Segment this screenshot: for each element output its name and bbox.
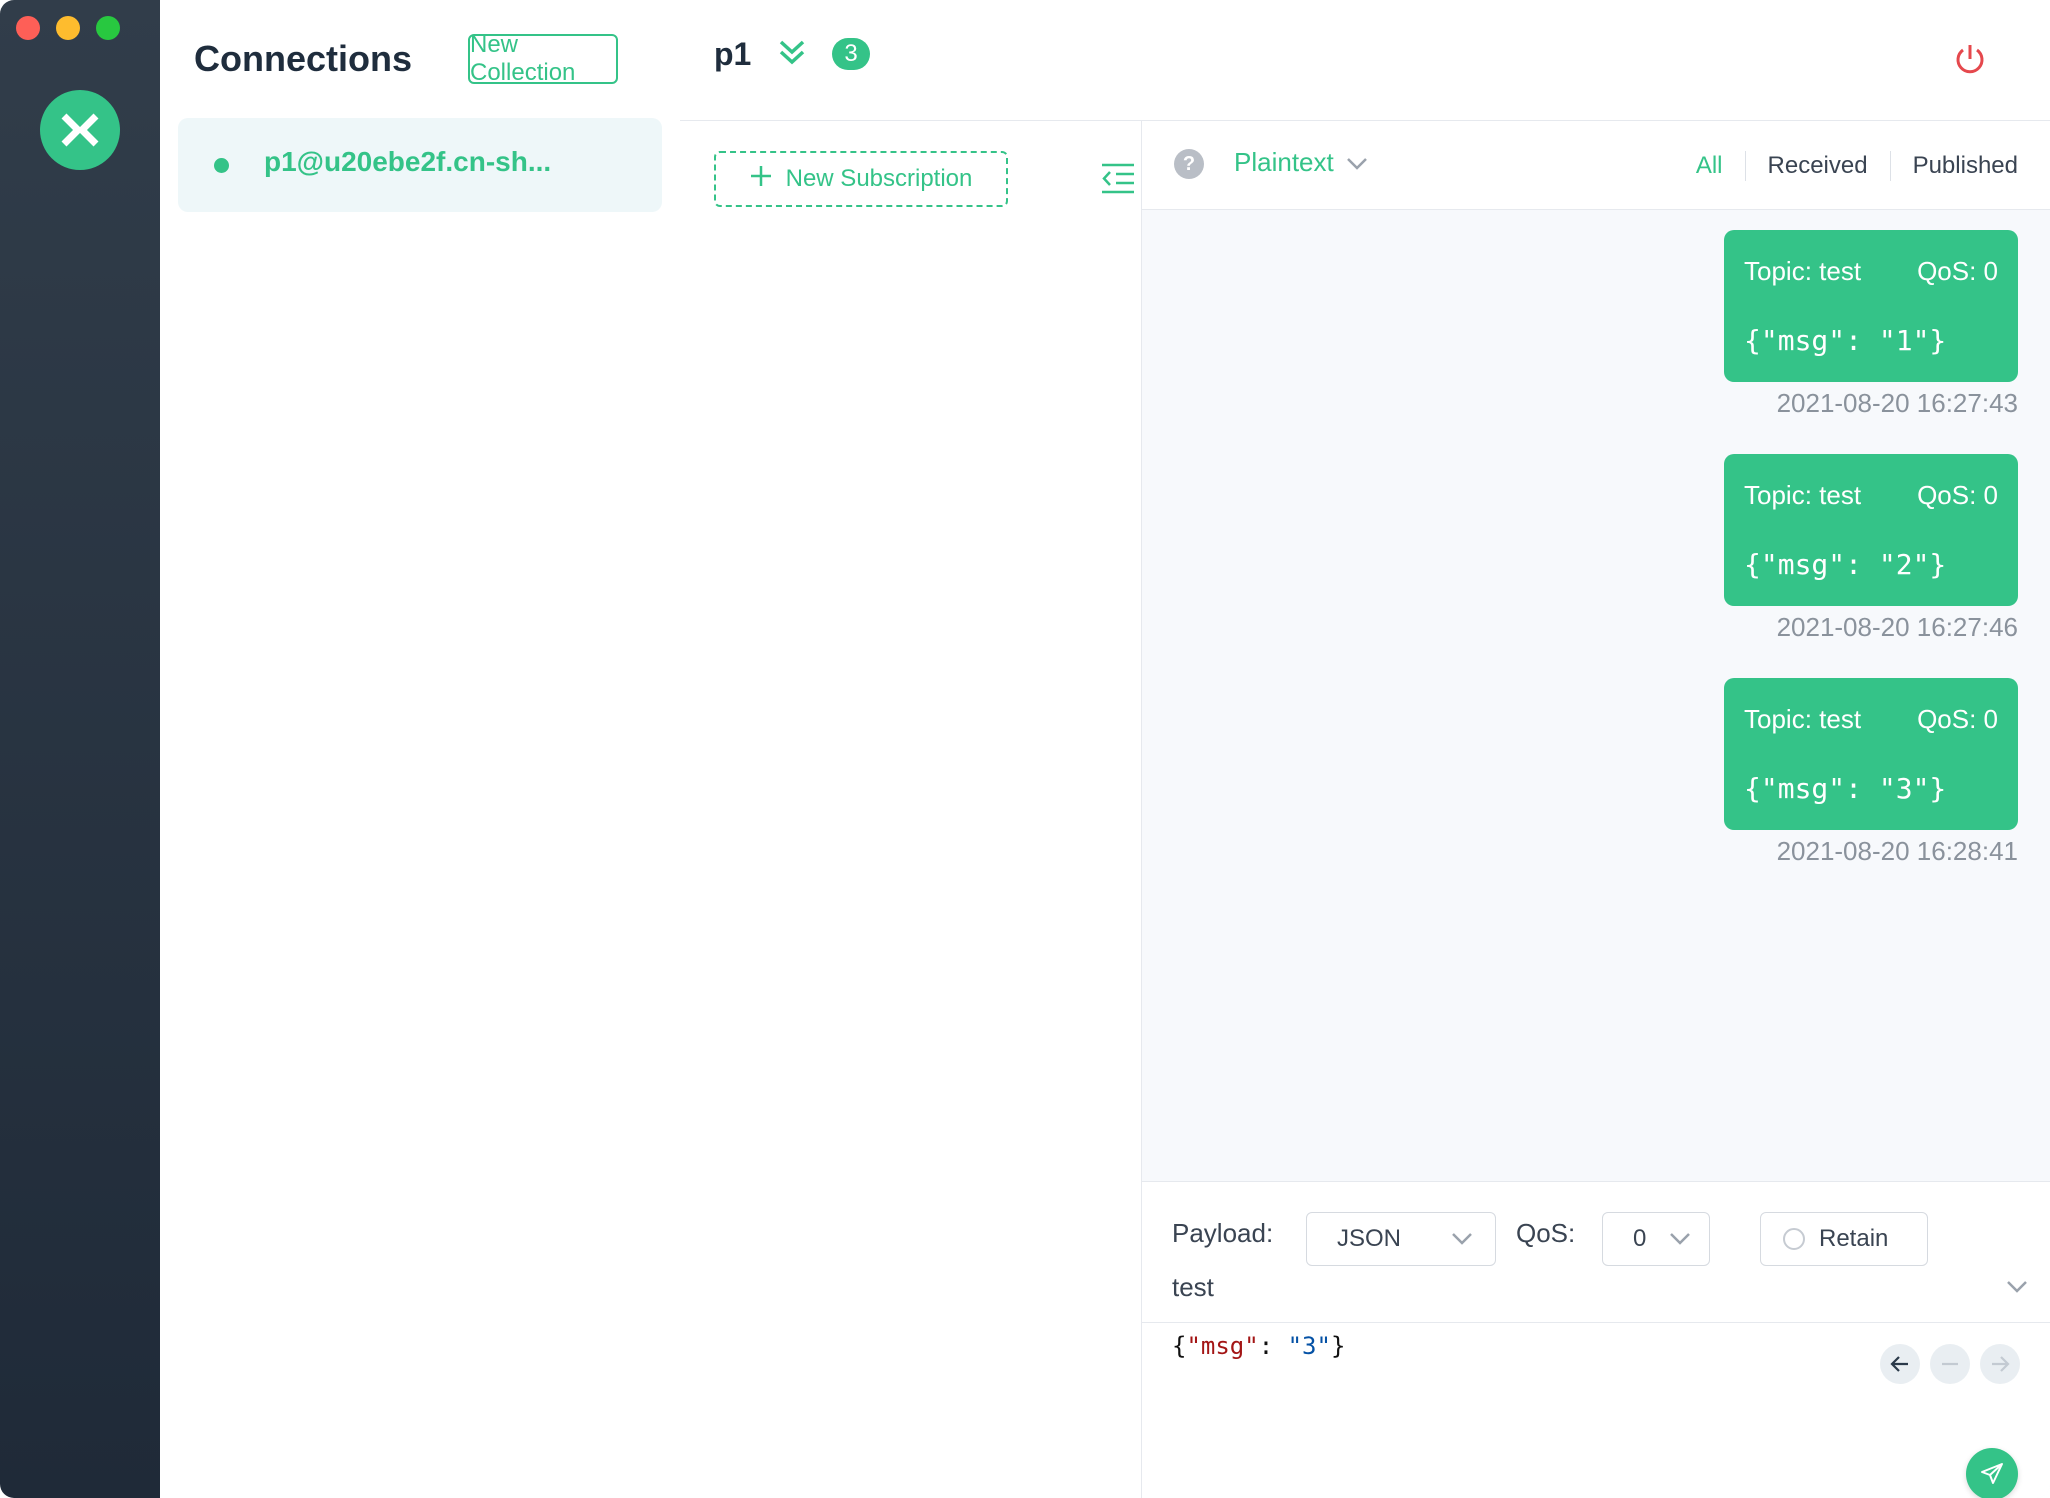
- editor-key: "msg": [1186, 1332, 1259, 1360]
- help-icon[interactable]: ?: [1174, 149, 1204, 179]
- message-payload: {"msg": "1"}: [1744, 324, 1947, 357]
- message-payload: {"msg": "3"}: [1744, 772, 1947, 805]
- app-rail: [0, 0, 160, 1498]
- qos-select[interactable]: 0: [1602, 1212, 1710, 1266]
- retain-checkbox[interactable]: Retain: [1760, 1212, 1928, 1266]
- minimize-window-button[interactable]: [56, 16, 80, 40]
- topic-history-chevron-icon[interactable]: [2006, 1280, 2028, 1299]
- send-message-button[interactable]: [1966, 1448, 2018, 1498]
- tab-published[interactable]: Published: [1891, 152, 2018, 180]
- connections-panel: Connections New Collection p1@u20ebe2f.c…: [160, 0, 681, 1498]
- history-back-button[interactable]: [1880, 1344, 1920, 1384]
- history-clear-button[interactable]: [1930, 1344, 1970, 1384]
- editor-colon: :: [1258, 1332, 1288, 1360]
- payload-format-select[interactable]: Plaintext: [1234, 147, 1368, 178]
- connection-item[interactable]: p1@u20ebe2f.cn-sh...: [178, 118, 662, 212]
- message-bubble[interactable]: Topic: test QoS: 0 {"msg": "3"}: [1724, 678, 2018, 830]
- qos-value: 0: [1633, 1225, 1647, 1252]
- close-window-button[interactable]: [16, 16, 40, 40]
- disconnect-power-icon[interactable]: [1952, 42, 1988, 83]
- send-icon: [1981, 1463, 2003, 1484]
- active-connection-name: p1: [714, 36, 752, 72]
- message-timestamp: 2021-08-20 16:27:43: [1776, 388, 2018, 418]
- zoom-window-button[interactable]: [96, 16, 120, 40]
- new-subscription-button[interactable]: New Subscription: [714, 151, 1008, 207]
- editor-brace: }: [1330, 1332, 1346, 1360]
- message-timestamp: 2021-08-20 16:27:46: [1776, 612, 2018, 642]
- message-topic: Topic: test: [1744, 480, 1862, 510]
- app-logo-icon[interactable]: [40, 90, 120, 170]
- tab-all[interactable]: All: [1674, 152, 1745, 180]
- plus-icon: [750, 165, 772, 194]
- publish-area: Payload: JSON QoS: 0 Retain test {"msg":…: [1142, 1181, 2050, 1498]
- collapse-panel-icon[interactable]: [1100, 161, 1136, 202]
- message-qos: QoS: 0: [1917, 256, 1998, 286]
- chevron-down-icon: [1346, 147, 1368, 178]
- message-payload: {"msg": "2"}: [1744, 548, 1947, 581]
- message-filter-tabs: All Received Published: [1674, 151, 2018, 181]
- subscriptions-panel: New Subscription: [680, 121, 1142, 1498]
- message-qos: QoS: 0: [1917, 704, 1998, 734]
- retain-radio-icon: [1783, 1228, 1805, 1250]
- chevron-down-icon: [1451, 1232, 1473, 1246]
- connection-name: p1@u20ebe2f.cn-sh...: [264, 146, 552, 177]
- new-collection-button[interactable]: New Collection: [468, 31, 618, 86]
- payload-format-value: Plaintext: [1234, 147, 1334, 177]
- message-timestamp: 2021-08-20 16:28:41: [1776, 836, 2018, 866]
- payload-label: Payload:: [1172, 1218, 1274, 1248]
- message-bubble[interactable]: Topic: test QoS: 0 {"msg": "2"}: [1724, 454, 2018, 606]
- publish-topic-input[interactable]: test: [1172, 1272, 1214, 1303]
- message-count-badge: 3: [832, 38, 870, 70]
- payload-editor[interactable]: {"msg": "3"}: [1172, 1332, 1345, 1360]
- editor-brace: {: [1172, 1332, 1187, 1360]
- message-qos: QoS: 0: [1917, 480, 1998, 510]
- messages-toolbar: ? Plaintext All Received Published: [1142, 121, 2050, 210]
- new-subscription-label: New Subscription: [785, 165, 973, 192]
- app-window: Connections New Collection p1@u20ebe2f.c…: [0, 0, 2050, 1498]
- qos-label: QoS:: [1516, 1218, 1576, 1248]
- connection-status-dot: [214, 158, 229, 173]
- divider: [1142, 1322, 2050, 1323]
- message-bubble[interactable]: Topic: test QoS: 0 {"msg": "1"}: [1724, 230, 2018, 382]
- retain-label: Retain: [1819, 1225, 1889, 1252]
- connection-header: p1 3: [680, 0, 2050, 121]
- chevron-down-icon: [1669, 1232, 1691, 1246]
- payload-type-value: JSON: [1337, 1225, 1402, 1252]
- message-topic: Topic: test: [1744, 704, 1862, 734]
- tab-received[interactable]: Received: [1746, 152, 1890, 180]
- messages-panel: ? Plaintext All Received Published Topic…: [1142, 121, 2050, 1498]
- history-forward-button[interactable]: [1980, 1344, 2020, 1384]
- editor-value: "3": [1287, 1332, 1331, 1360]
- payload-type-select[interactable]: JSON: [1306, 1212, 1496, 1266]
- connections-title: Connections: [194, 38, 413, 79]
- expand-details-icon[interactable]: [776, 38, 808, 73]
- message-topic: Topic: test: [1744, 256, 1862, 286]
